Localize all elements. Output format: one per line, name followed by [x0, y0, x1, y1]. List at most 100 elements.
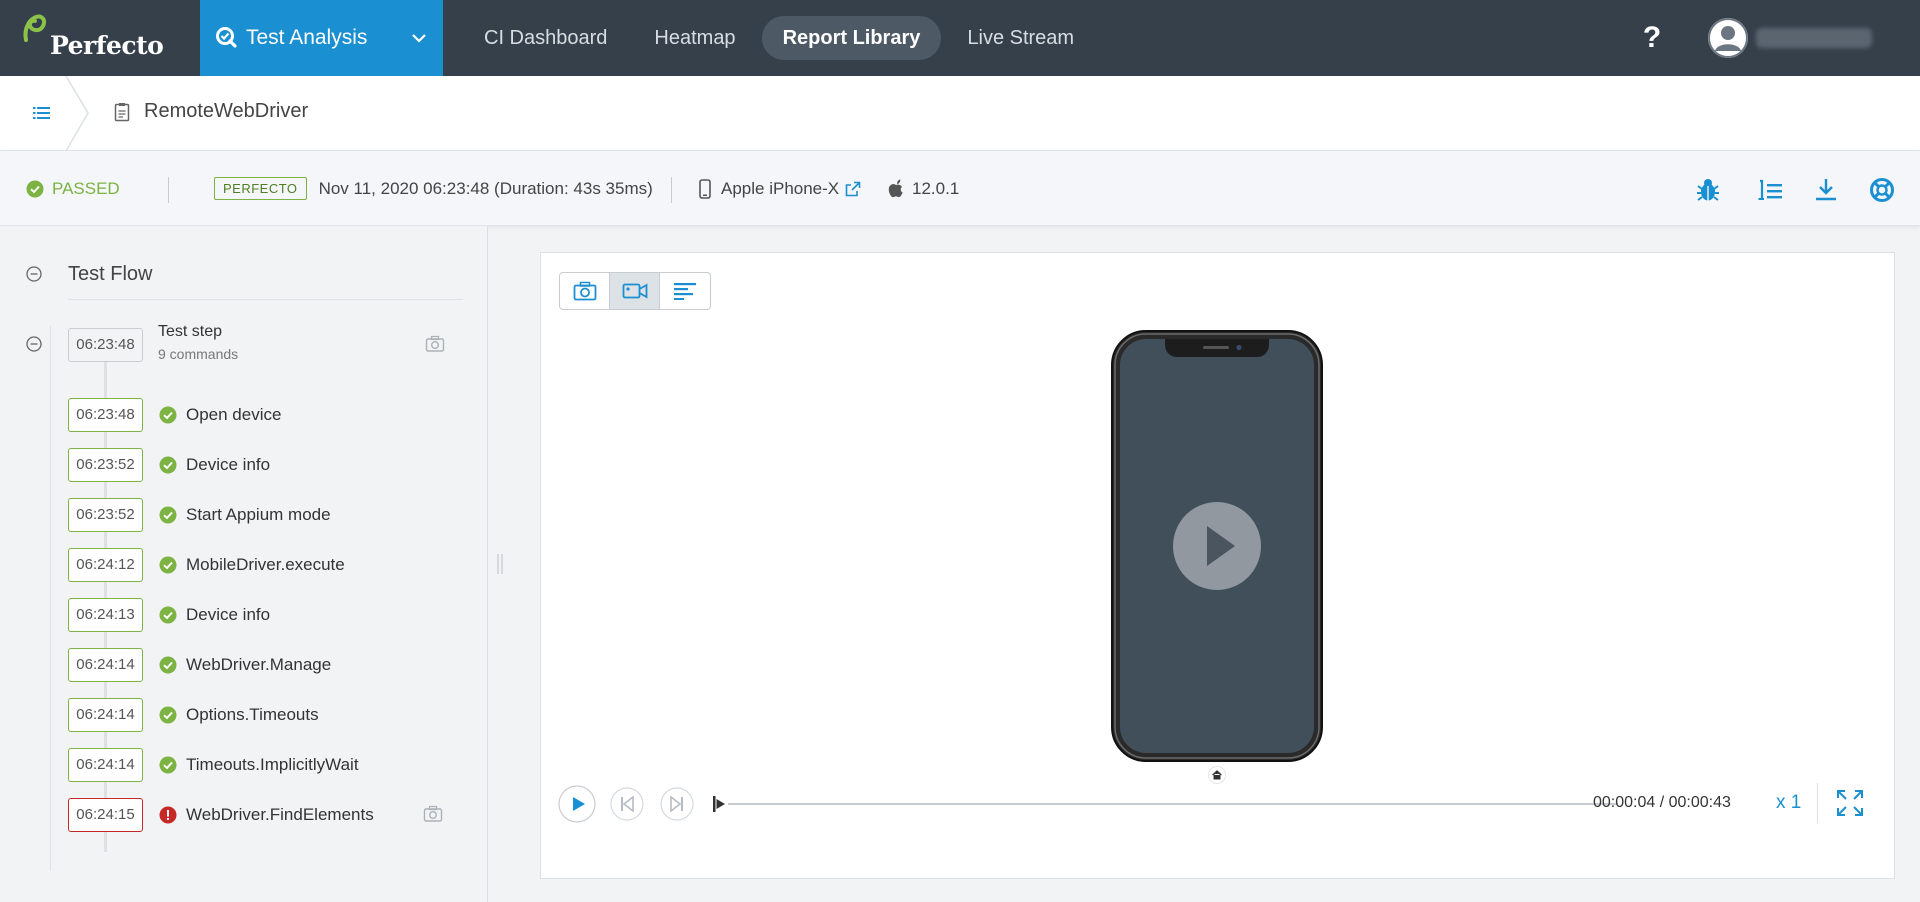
tree-line: [50, 326, 51, 871]
user-avatar-icon: [1708, 18, 1748, 58]
source-tag: PERFECTO: [214, 177, 307, 200]
support-lifebuoy-icon[interactable]: [1868, 177, 1896, 203]
media-viewer: 00:00:04 / 00:00:43 x 1: [540, 252, 1895, 879]
step-name[interactable]: Test step: [158, 323, 222, 341]
check-circle-icon: [159, 556, 177, 574]
numbered-list-icon[interactable]: [1756, 177, 1784, 203]
video-timecode: 00:00:04 / 00:00:43: [1593, 794, 1731, 811]
apple-icon: [888, 179, 903, 198]
collapse-step-icon[interactable]: [26, 336, 42, 352]
perfecto-logo[interactable]: Perfecto: [0, 0, 200, 76]
view-mode-toggle: [559, 272, 711, 310]
step-time[interactable]: 06:23:48: [68, 328, 143, 362]
device-name: Apple iPhone-X: [721, 178, 840, 198]
username-blurred[interactable]: [1756, 28, 1872, 48]
command-time[interactable]: 06:24:14: [68, 648, 143, 682]
main-tabs: CI Dashboard Heatmap Report Library Live…: [463, 0, 1100, 76]
align-left-icon: [674, 283, 696, 300]
divider: [1817, 783, 1818, 823]
test-flow-panel: Test Flow 06:23:48 Test step 9 commands …: [0, 226, 488, 902]
video-progress-track[interactable]: [728, 803, 1618, 805]
divider: [671, 177, 672, 203]
camera-icon[interactable]: [423, 805, 443, 823]
video-view-button[interactable]: [610, 273, 660, 309]
screenshot-view-button[interactable]: [560, 273, 610, 309]
status-badge: PASSED: [26, 151, 120, 226]
tab-report-library[interactable]: Report Library: [761, 16, 942, 60]
command-time[interactable]: 06:24:14: [68, 698, 143, 732]
play-button[interactable]: [558, 785, 596, 823]
check-circle-icon: [26, 180, 44, 197]
check-circle-icon: [159, 656, 177, 674]
device-video-frame[interactable]: [1111, 330, 1323, 762]
user-avatar[interactable]: [1708, 18, 1748, 58]
tab-heatmap[interactable]: Heatmap: [633, 16, 756, 60]
document-icon: [114, 103, 130, 122]
page-title: RemoteWebDriver: [144, 100, 309, 122]
tab-live-stream[interactable]: Live Stream: [946, 16, 1095, 60]
check-circle-icon: [159, 506, 177, 524]
app-switcher-label: Test Analysis: [246, 26, 368, 49]
previous-step-button[interactable]: [608, 785, 646, 823]
check-circle-icon: [159, 406, 177, 424]
command-label[interactable]: Options.Timeouts: [186, 705, 319, 725]
home-button-icon[interactable]: [1208, 766, 1226, 784]
command-label[interactable]: WebDriver.Manage: [186, 655, 331, 675]
command-time[interactable]: 06:24:15: [68, 798, 143, 832]
check-circle-icon: [159, 756, 177, 774]
download-icon[interactable]: [1812, 177, 1840, 203]
tab-ci-dashboard[interactable]: CI Dashboard: [463, 16, 628, 60]
test-analysis-icon: [216, 27, 237, 48]
playback-speed-button[interactable]: x 1: [1776, 792, 1801, 814]
command-time[interactable]: 06:24:13: [68, 598, 143, 632]
test-flow-title: Test Flow: [68, 263, 153, 285]
status-text: PASSED: [52, 178, 120, 198]
check-circle-icon: [159, 456, 177, 474]
divider: [68, 299, 463, 300]
run-info: PERFECTO Nov 11, 2020 06:23:48 (Duration…: [214, 151, 653, 226]
command-label[interactable]: Device info: [186, 605, 270, 625]
mobile-device-icon: [699, 178, 711, 199]
breadcrumb-separator: [65, 76, 89, 151]
perfecto-leaf-icon: [23, 14, 47, 42]
video-camera-icon: [622, 283, 647, 299]
os-info: 12.0.1: [888, 151, 959, 226]
collapse-icon[interactable]: [26, 266, 42, 282]
command-time[interactable]: 06:23:52: [68, 448, 143, 482]
panel-resize-handle[interactable]: [497, 554, 503, 574]
error-circle-icon: [159, 806, 177, 824]
command-time[interactable]: 06:24:14: [68, 748, 143, 782]
command-time[interactable]: 06:23:52: [68, 498, 143, 532]
external-link-icon[interactable]: [845, 181, 861, 197]
command-time[interactable]: 06:24:12: [68, 548, 143, 582]
camera-icon[interactable]: [425, 335, 445, 353]
command-time[interactable]: 06:23:48: [68, 398, 143, 432]
command-label[interactable]: WebDriver.FindElements: [186, 805, 374, 825]
fullscreen-icon[interactable]: [1836, 789, 1864, 817]
command-label[interactable]: Start Appium mode: [186, 505, 331, 525]
breadcrumb: RemoteWebDriver: [0, 76, 1920, 151]
progress-scrubber[interactable]: [713, 796, 727, 812]
device-info: Apple iPhone-X: [699, 151, 861, 226]
chevron-down-icon: [412, 34, 426, 43]
bug-icon[interactable]: [1694, 177, 1722, 203]
run-datetime: Nov 11, 2020 06:23:48 (Duration: 43s 35m…: [318, 178, 653, 198]
os-version: 12.0.1: [912, 178, 960, 198]
divider: [168, 177, 169, 203]
test-summary-bar: PASSED PERFECTO Nov 11, 2020 06:23:48 (D…: [0, 151, 1920, 226]
camera-icon: [573, 281, 596, 301]
logo-text: Perfecto: [50, 30, 164, 60]
app-switcher-dropdown[interactable]: Test Analysis: [200, 0, 443, 76]
check-circle-icon: [159, 706, 177, 724]
command-label[interactable]: Timeouts.ImplicitlyWait: [186, 755, 359, 775]
list-icon[interactable]: [32, 104, 52, 122]
check-circle-icon: [159, 606, 177, 624]
command-label[interactable]: Open device: [186, 405, 281, 425]
next-step-button[interactable]: [658, 785, 696, 823]
timeline-view-button[interactable]: [660, 273, 710, 309]
command-label[interactable]: MobileDriver.execute: [186, 555, 345, 575]
step-command-count: 9 commands: [158, 346, 239, 362]
command-label[interactable]: Device info: [186, 455, 270, 475]
top-navigation-bar: Perfecto Test Analysis CI Dashboard Heat…: [0, 0, 1920, 76]
help-button[interactable]: ?: [1640, 20, 1664, 56]
